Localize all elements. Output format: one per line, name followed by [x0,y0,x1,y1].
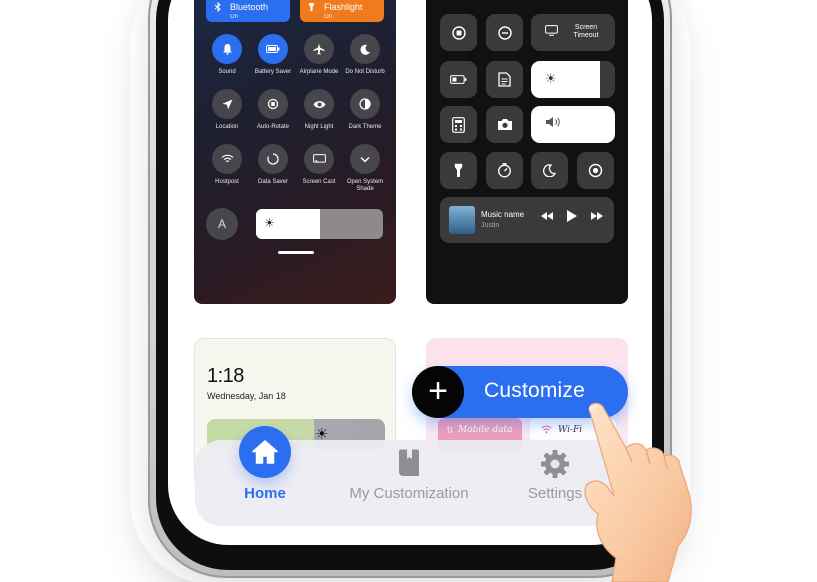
auto-rotate-icon [258,89,288,119]
wifi-icon [212,144,242,174]
toggle-label: Hostpost [215,179,239,185]
flashlight-status: On [324,14,333,20]
toggle-auto-rotate[interactable]: Auto-Rotate [250,89,296,131]
music-artist: Justin [481,222,500,229]
toggle-hotspot[interactable]: Hostpost [204,144,250,186]
data-saver-icon [258,144,288,174]
location-arrow-icon [212,89,242,119]
toggle-label: Data Saver [257,179,288,185]
sun-icon: ☀ [264,216,275,230]
brightness-slider[interactable]: ☀ [256,209,383,239]
wifi-icon [541,425,552,437]
toggle-night-light[interactable]: Night Light [296,89,342,131]
toggle-label: Night Light [304,124,334,130]
moon-icon[interactable] [531,152,568,189]
document-icon[interactable] [486,61,523,98]
screen-timeout-label: Screen Timeout [573,24,599,39]
bluetooth-label: Bluetooth [230,2,269,12]
flashlight-tile[interactable]: Flashlight On [300,0,384,22]
clock-date: Wednesday, Jan 18 [207,391,286,401]
battery-icon [258,34,288,64]
flashlight-label: Flashlight [324,2,363,12]
toggle-battery-saver[interactable]: Battery Saver [250,34,296,76]
airplane-icon [304,34,334,64]
sun-icon: ☀ [545,71,557,86]
toggle-label: Dark Theme [348,124,382,130]
camera-icon[interactable] [486,106,523,143]
toggle-airplane-mode[interactable]: Airplane Mode [296,34,342,76]
bluetooth-status: On [230,14,239,20]
cast-icon [304,144,334,174]
home-icon[interactable] [239,426,291,478]
toggle-open-system-shade[interactable]: Open System Shade [342,144,388,193]
toggle-location[interactable]: Location [204,89,250,131]
mobile-data-icon: ⇅ [446,426,454,436]
fast-forward-icon[interactable] [590,211,604,224]
speaker-icon [545,116,563,131]
toggle-sound[interactable]: Sound [204,34,250,76]
bookmark-icon [346,449,472,479]
theme-card-colorful[interactable]: Bluetooth On Flashlight On Sound Battery… [194,0,396,304]
toggle-data-saver[interactable]: Data Saver [250,144,296,186]
tab-home-label: Home [244,485,286,502]
tab-home[interactable]: Home [230,485,300,502]
volume-slider[interactable] [531,106,615,143]
dark-theme-icon [350,89,380,119]
tab-my-customization[interactable]: My Customization [346,449,472,502]
flashlight-icon[interactable] [440,152,477,189]
theme-card-dark[interactable]: Screen Timeout ☀ Music name Justin [426,0,628,304]
plus-icon: + [412,366,464,418]
battery-icon[interactable] [440,61,477,98]
eye-icon [304,89,334,119]
stage: Bluetooth On Flashlight On Sound Battery… [0,0,817,582]
home-indicator [278,251,314,254]
chevron-down-icon [350,144,380,174]
play-icon[interactable] [566,209,578,226]
clock-time: 1:18 [207,365,244,387]
brightness-slider-fill [531,61,600,98]
tab-my-customization-label: My Customization [349,485,469,502]
toggle-label: Screen Cast [302,179,336,185]
bluetooth-icon [214,1,222,14]
minus-circle-icon[interactable] [486,14,523,51]
bell-icon [212,34,242,64]
monitor-icon [545,25,558,39]
album-art [449,206,475,234]
toggle-label: Location [215,124,239,130]
toggle-label: Airplane Mode [299,69,339,75]
mobile-data-label: Mobile data [458,425,513,435]
toggle-screen-cast[interactable]: Screen Cast [296,144,342,186]
calculator-icon[interactable] [440,106,477,143]
music-player[interactable]: Music name Justin [440,197,614,243]
toggle-dark-theme[interactable]: Dark Theme [342,89,388,131]
pointing-hand-illustration [560,398,760,582]
screen-timeout-tile[interactable]: Screen Timeout [531,14,615,51]
auto-rotate-icon[interactable] [440,14,477,51]
toggle-label: Do Not Disturb [345,69,385,75]
moon-icon [350,34,380,64]
font-size-button[interactable]: A [206,208,238,240]
timer-icon[interactable] [486,152,523,189]
toggle-do-not-disturb[interactable]: Do Not Disturb [342,34,388,76]
toggle-label: Battery Saver [254,69,292,75]
toggle-label: Sound [218,69,236,75]
toggle-label: Auto-Rotate [256,124,290,130]
flashlight-icon [308,2,315,14]
record-icon[interactable] [577,152,614,189]
brightness-slider[interactable]: ☀ [531,61,615,98]
rewind-icon[interactable] [540,211,554,224]
music-title: Music name [481,210,525,219]
toggle-label: Open System Shade [346,179,384,192]
bluetooth-tile[interactable]: Bluetooth On [206,0,290,22]
